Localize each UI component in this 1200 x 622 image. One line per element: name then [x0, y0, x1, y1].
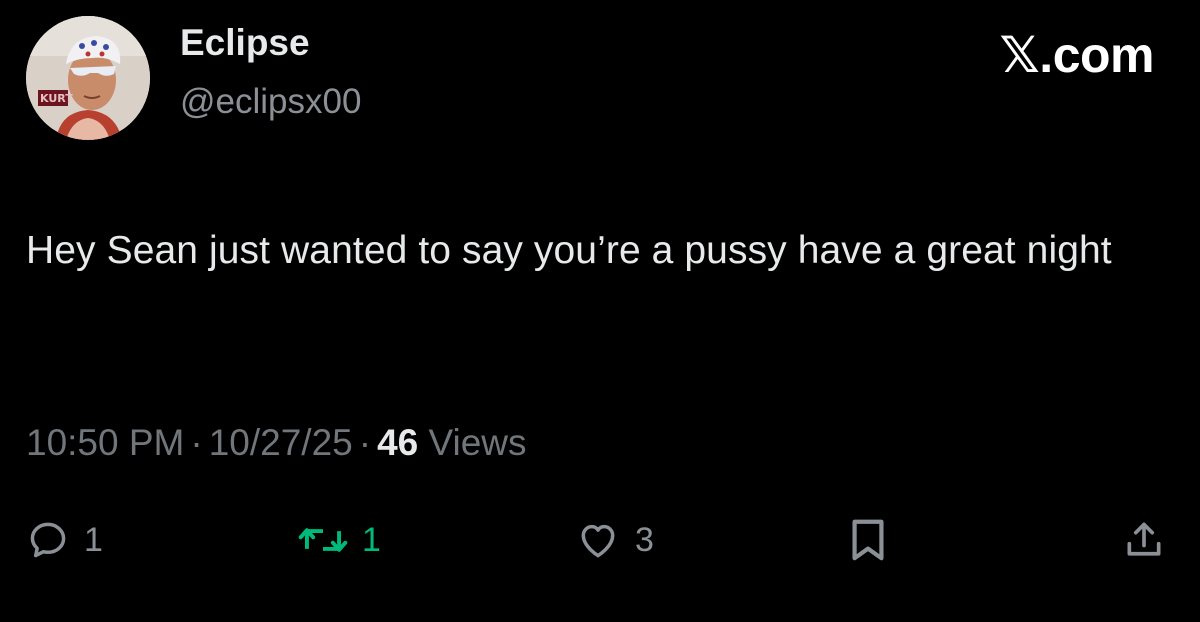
- like-button[interactable]: 3: [575, 510, 654, 570]
- tweet-meta: 10:50 PM · 10/27/25 · 46 Views: [26, 424, 527, 461]
- display-name[interactable]: Eclipse: [180, 24, 310, 61]
- avatar[interactable]: KURT: [26, 16, 150, 140]
- retweet-count: 1: [362, 521, 381, 559]
- reply-icon: [30, 522, 66, 558]
- share-button[interactable]: [1122, 510, 1166, 570]
- reply-count: 1: [84, 521, 103, 559]
- like-count: 3: [635, 521, 654, 559]
- reply-button[interactable]: 1: [26, 510, 103, 570]
- tweet-time[interactable]: 10:50 PM: [26, 422, 184, 463]
- meta-separator: ·: [358, 422, 372, 463]
- bookmark-icon: [852, 519, 884, 561]
- avatar-image: KURT: [26, 16, 150, 140]
- bookmark-button[interactable]: [848, 510, 888, 570]
- brand-logo: 𝕏.com: [999, 27, 1155, 83]
- tweet-text: Hey Sean just wanted to say you’re a pus…: [26, 229, 1112, 272]
- share-icon: [1127, 522, 1161, 556]
- views-label: Views: [428, 422, 527, 463]
- retweet-icon: [298, 528, 348, 552]
- svg-text:KURT: KURT: [40, 92, 73, 105]
- views-count: 46: [377, 422, 419, 463]
- handle[interactable]: @eclipsx00: [180, 84, 361, 119]
- meta-separator: ·: [190, 422, 203, 463]
- action-bar: 1 1 3: [0, 510, 1200, 570]
- tweet-date[interactable]: 10/27/25: [209, 422, 353, 463]
- retweet-button[interactable]: 1: [298, 510, 381, 570]
- heart-icon: [581, 524, 615, 558]
